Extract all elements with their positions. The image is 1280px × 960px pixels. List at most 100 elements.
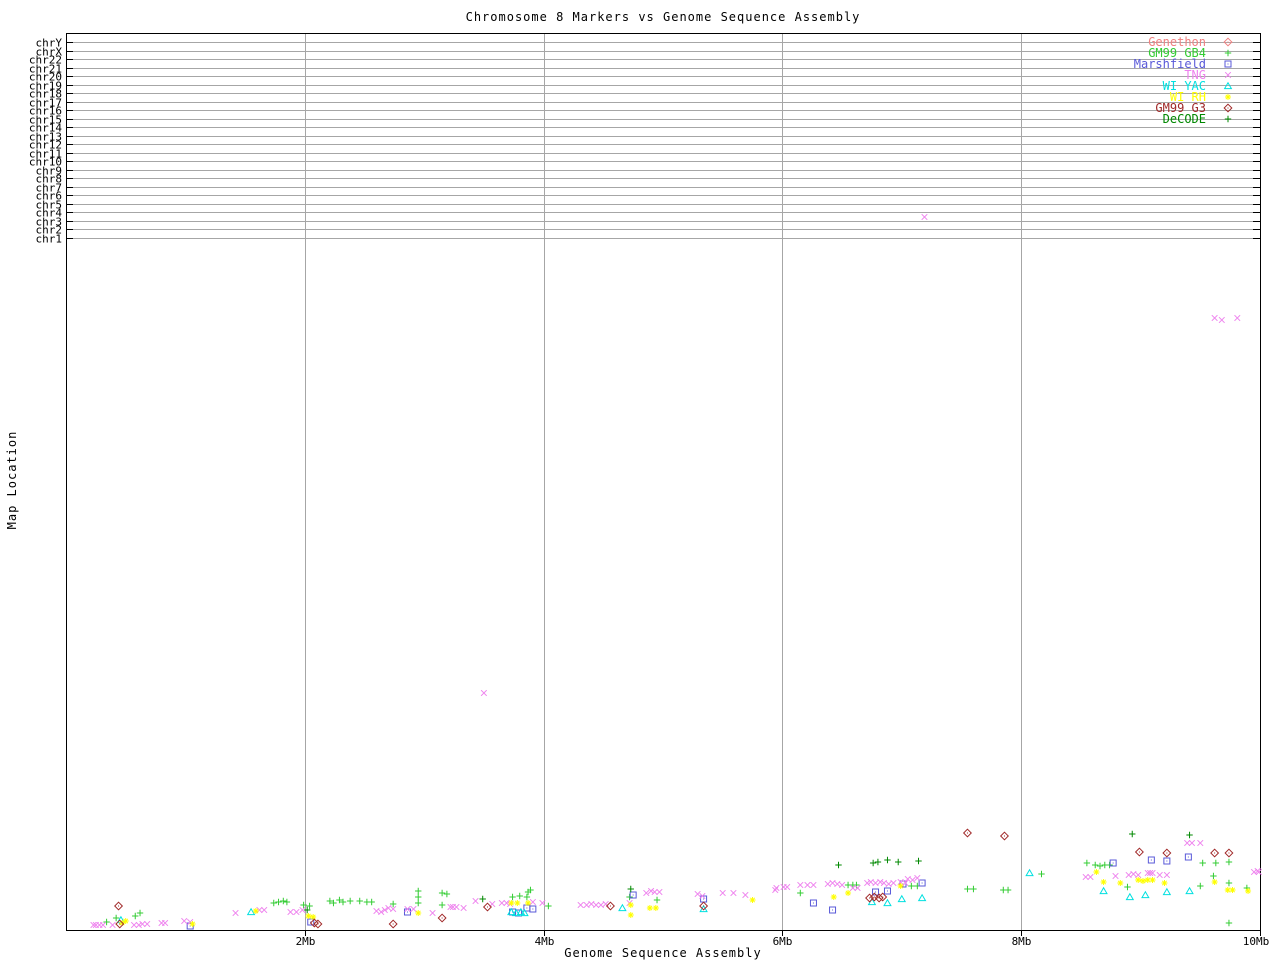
point-decode xyxy=(835,861,842,869)
point-gm99-gb4 xyxy=(1106,861,1113,869)
point-wi-rh xyxy=(1117,880,1124,886)
point-gm99-g3 xyxy=(388,919,398,929)
point-tng xyxy=(1087,873,1094,881)
x-axis-label: Genome Sequence Assembly xyxy=(564,946,762,960)
point-wi-rh xyxy=(1093,869,1100,875)
point-wi-yac xyxy=(897,894,907,903)
point-marshfield xyxy=(809,899,817,907)
x-tick-label: 2Mb xyxy=(296,935,316,948)
point-tng xyxy=(410,905,417,913)
point-wi-yac xyxy=(618,903,627,912)
point-gm99-gb4 xyxy=(438,901,446,909)
plot-area: chrYchrXchr22chr21chr20chr19chr18chr17ch… xyxy=(29,33,1269,948)
point-tng xyxy=(232,909,239,917)
point-tng xyxy=(1218,316,1225,324)
point-wi-rh xyxy=(1161,880,1168,886)
point-gm99-gb4 xyxy=(132,912,139,920)
point-tng xyxy=(144,920,151,928)
point-wi-yac xyxy=(246,907,256,916)
point-wi-rh xyxy=(1135,877,1142,883)
point-tng xyxy=(854,884,861,892)
point-gm99-gb4 xyxy=(1083,859,1091,867)
point-wi-rh xyxy=(252,908,259,914)
point-tng xyxy=(130,921,138,929)
point-tng xyxy=(592,901,600,909)
point-wi-rh xyxy=(189,921,196,927)
point-tng xyxy=(1211,314,1218,322)
point-tng xyxy=(109,921,116,929)
point-gm99-gb4 xyxy=(908,882,915,890)
point-wi-rh xyxy=(646,905,653,911)
point-tng xyxy=(287,908,294,916)
point-gm99-gb4 xyxy=(443,890,451,898)
point-gm99-gb4 xyxy=(626,893,633,901)
point-gm99-gb4 xyxy=(509,893,516,901)
point-gm99-gb4 xyxy=(415,899,422,907)
point-wi-yac xyxy=(1162,887,1172,896)
point-tng xyxy=(804,881,811,889)
point-wi-rh xyxy=(627,902,634,908)
point-gm99-g3 xyxy=(1224,848,1234,858)
point-tng xyxy=(588,900,595,908)
point-tng xyxy=(834,880,841,888)
point-gm99-gb4 xyxy=(356,897,363,905)
legend-marker-marshfield xyxy=(1224,60,1232,68)
point-gm99-gb4 xyxy=(653,896,661,904)
point-tng xyxy=(472,897,479,905)
point-tng xyxy=(1082,873,1089,881)
point-wi-rh xyxy=(1245,888,1252,894)
point-marshfield xyxy=(1184,853,1192,861)
point-gm99-gb4 xyxy=(275,898,282,906)
point-gm99-gb4 xyxy=(1096,862,1104,870)
point-gm99-gb4 xyxy=(136,909,144,917)
point-tng xyxy=(772,886,779,894)
point-wi-rh xyxy=(845,890,852,896)
point-decode xyxy=(627,885,634,893)
point-tng xyxy=(773,884,780,892)
chart-title: Chromosome 8 Markers vs Genome Sequence … xyxy=(465,10,861,24)
point-decode xyxy=(869,859,877,867)
point-tng xyxy=(1234,314,1241,322)
point-tng xyxy=(453,903,460,911)
point-gm99-gb4 xyxy=(1124,883,1131,891)
point-gm99-gb4 xyxy=(1225,858,1233,866)
point-tng xyxy=(838,881,846,889)
point-tng xyxy=(829,879,836,887)
point-tng xyxy=(293,908,300,916)
point-gm99-gb4 xyxy=(516,892,523,900)
point-tng xyxy=(1197,839,1204,847)
point-tng xyxy=(643,889,650,897)
point-wi-rh xyxy=(508,900,515,906)
point-gm99-gb4 xyxy=(1038,870,1045,878)
point-wi-yac xyxy=(1099,886,1108,895)
point-gm99-gb4 xyxy=(1212,859,1220,867)
point-gm99-gb4 xyxy=(283,898,291,906)
point-decode xyxy=(1186,831,1193,839)
point-gm99-gb4 xyxy=(1197,882,1204,890)
point-gm99-g3 xyxy=(313,919,323,929)
point-tng xyxy=(797,881,804,889)
point-tng xyxy=(261,906,268,914)
point-tng xyxy=(480,689,488,697)
plot-border xyxy=(66,33,1261,931)
point-decode xyxy=(884,856,891,864)
point-tng xyxy=(914,874,921,882)
legend-marker-gm99-gb4 xyxy=(1224,49,1232,57)
point-tng xyxy=(583,901,590,909)
point-gm99-gb4 xyxy=(1199,859,1206,867)
point-decode xyxy=(874,858,882,866)
x-tick-label: 6Mb xyxy=(773,935,793,948)
point-tng xyxy=(597,901,605,909)
point-gm99-g3 xyxy=(999,831,1009,841)
point-gm99-gb4 xyxy=(1004,886,1012,894)
point-marshfield xyxy=(529,905,537,913)
x-tick-label: 8Mb xyxy=(1012,935,1032,948)
point-tng xyxy=(602,900,609,908)
point-wi-rh xyxy=(305,913,312,919)
point-tng xyxy=(1188,839,1196,847)
point-wi-yac xyxy=(1025,868,1034,877)
point-decode xyxy=(895,858,902,866)
point-gm99-g3 xyxy=(1162,848,1172,858)
point-gm99-g3 xyxy=(1134,847,1144,857)
point-gm99-g3 xyxy=(309,918,319,928)
